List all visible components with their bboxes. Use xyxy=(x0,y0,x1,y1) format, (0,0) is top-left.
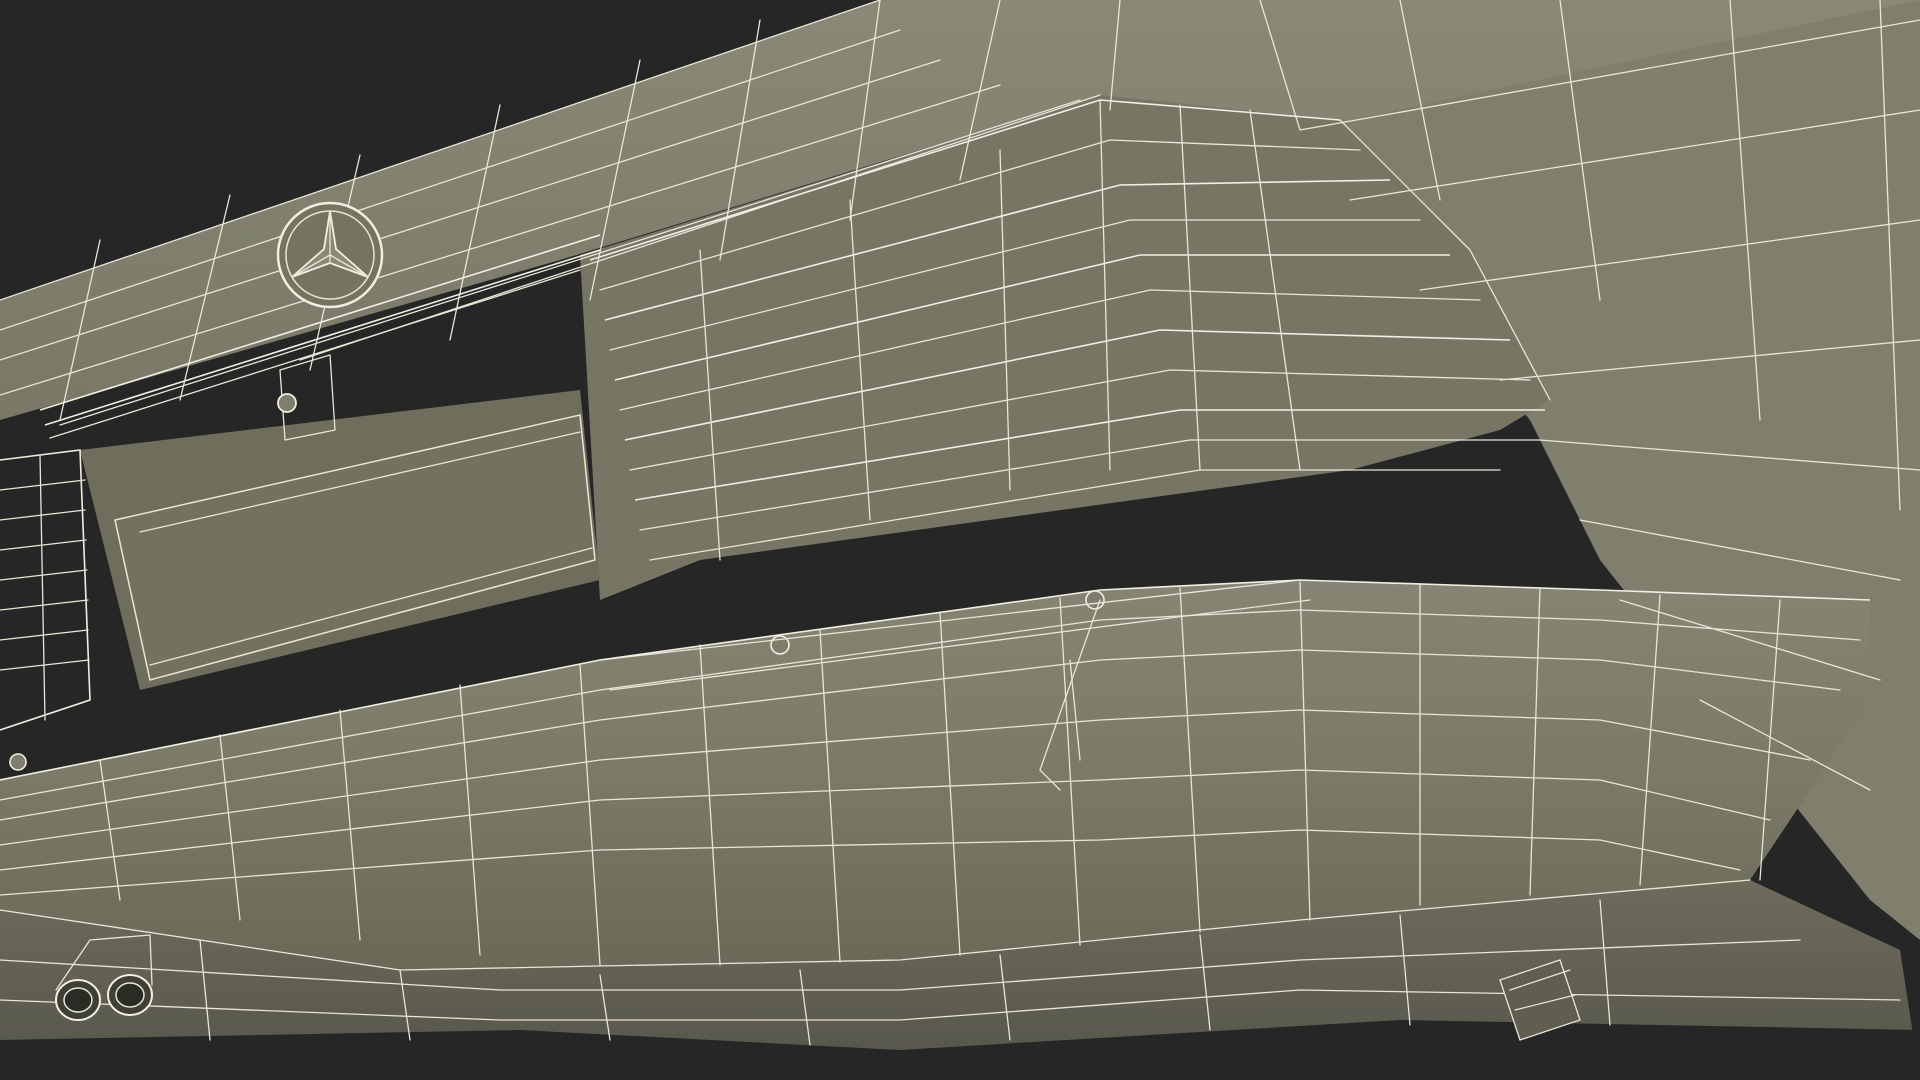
render-viewport xyxy=(0,0,1920,1080)
bolt-icon xyxy=(1085,590,1105,610)
wireframe-render xyxy=(0,0,1920,1080)
bolt-icon xyxy=(9,753,27,771)
trunk-lock-icon xyxy=(277,393,297,413)
three-pointed-star-emblem xyxy=(276,201,384,309)
